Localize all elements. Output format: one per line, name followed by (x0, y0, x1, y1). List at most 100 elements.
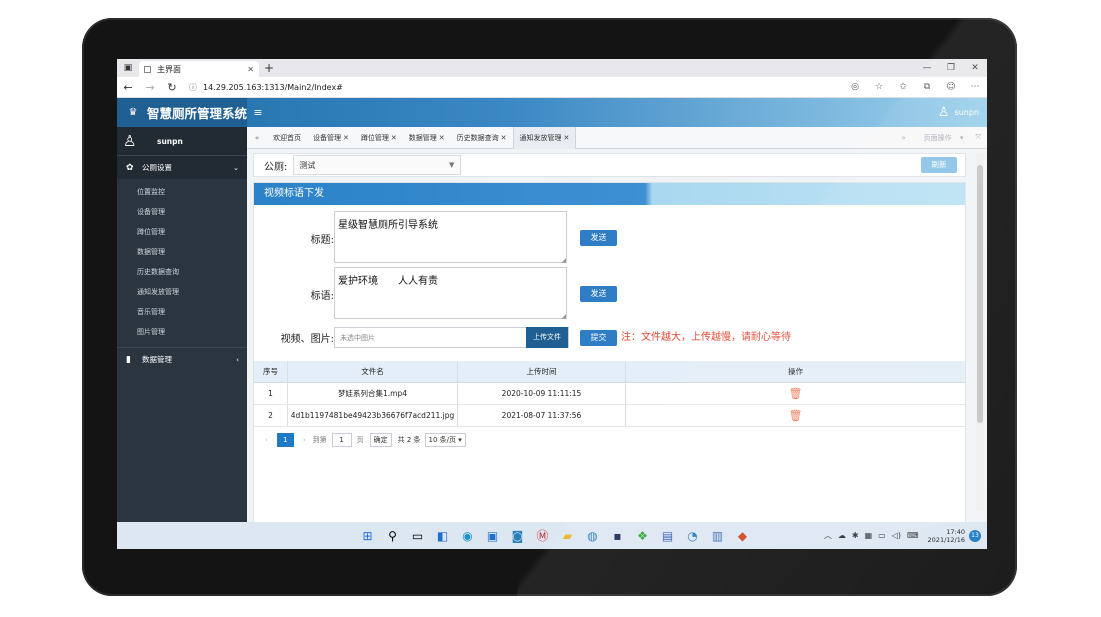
profile-icon[interactable]: ☺ (939, 82, 963, 92)
read-aloud-icon[interactable]: ◎ (843, 82, 867, 92)
url-text: 14.29.205.163:1313/Main2/Index# (203, 82, 343, 92)
tab-scroll-left-icon[interactable]: « (247, 134, 267, 142)
close-tab-icon[interactable]: ✕ (343, 134, 349, 142)
delete-icon[interactable]: 🗑 (789, 387, 803, 400)
volume-icon[interactable]: ◁) (892, 531, 901, 540)
close-tab-icon[interactable]: ✕ (391, 134, 397, 142)
refresh-button[interactable]: 刷新 (921, 157, 957, 173)
sidebar-group-label: 公厕设置 (142, 163, 172, 172)
network-icon[interactable]: ▦ (865, 531, 873, 540)
page-1-button[interactable]: 1 (276, 433, 294, 447)
wechat-icon[interactable]: ❖ (630, 526, 655, 546)
url-field[interactable]: ⓘ 14.29.205.163:1313/Main2/Index# (189, 80, 837, 95)
tab-history[interactable]: 历史数据查询 ✕ (451, 127, 513, 149)
goto-page-input[interactable]: 1 (331, 433, 352, 447)
restore-icon[interactable]: ❐ (939, 63, 963, 73)
close-tab-icon[interactable]: ✕ (247, 65, 254, 74)
store-icon[interactable]: ▣ (480, 526, 505, 546)
browser-tab[interactable]: 主界面 ✕ (139, 61, 259, 77)
app-icon[interactable]: ◙ (505, 526, 530, 546)
start-icon[interactable]: ⊞ (355, 526, 380, 546)
close-tab-icon[interactable]: ✕ (501, 134, 507, 142)
new-tab-button[interactable]: + (259, 61, 279, 75)
sidebar-group-toilet-settings[interactable]: ✿ 公厕设置 ⌄ (117, 155, 247, 179)
sidebar-item-data[interactable]: 数据管理 (117, 242, 247, 262)
close-window-icon[interactable]: ✕ (963, 63, 987, 73)
sidebar-item-history[interactable]: 历史数据查询 (117, 262, 247, 282)
minimize-icon[interactable]: — (915, 63, 939, 73)
chevron-down-icon: ▼ (448, 161, 455, 169)
search-icon[interactable]: ⚲ (380, 526, 405, 546)
display-icon[interactable]: ▭ (878, 531, 886, 540)
close-tab-icon[interactable]: ✕ (564, 134, 570, 142)
slogan-textarea[interactable]: 爱护环境 人人有责 (334, 267, 567, 320)
tab-notifications[interactable]: 通知发放管理 ✕ (512, 126, 577, 149)
scrollbar-thumb[interactable] (977, 165, 983, 423)
sidebar-item-images[interactable]: 图片管理 (117, 322, 247, 342)
header-user[interactable]: ♙ sunpn (938, 98, 987, 127)
page-size-select[interactable]: 10 条/页 ▾ (424, 433, 466, 447)
forward-icon[interactable]: → (139, 81, 161, 94)
sidebar-group-data[interactable]: ▮ 数据管理 ‹ (117, 347, 247, 371)
notepad-icon[interactable]: ▥ (705, 526, 730, 546)
total-count: 共 2 条 (397, 436, 421, 444)
file-explorer-icon[interactable]: ▰ (555, 526, 580, 546)
sidebar-item-notifications[interactable]: 通知发放管理 (117, 282, 247, 302)
page-ops-label: 页面操作 (923, 133, 952, 142)
file-input[interactable]: 未选中图片 上传文件 (334, 327, 569, 348)
powerpoint-icon[interactable]: ◆ (730, 526, 755, 546)
close-tab-icon[interactable]: ✕ (439, 134, 445, 142)
goto-confirm-button[interactable]: 确定 (369, 433, 392, 447)
favorites-list-icon[interactable]: ✩ (891, 82, 915, 92)
notification-badge[interactable]: 13 (969, 529, 981, 542)
send-slogan-button[interactable]: 发送 (580, 286, 617, 302)
next-page-icon[interactable]: › (303, 436, 306, 444)
input-method-icon[interactable]: ⌨ (907, 531, 919, 540)
mcafee-icon[interactable]: Ⓜ (530, 526, 555, 546)
logo-area: ♛ 智慧厕所管理系统 (117, 98, 247, 127)
address-bar: ← → ↻ ⓘ 14.29.205.163:1313/Main2/Index# … (117, 77, 987, 98)
clock[interactable]: 17:40 2021/12/16 (928, 528, 965, 544)
tab-stalls[interactable]: 蹲位管理 ✕ (355, 127, 403, 149)
collections-icon[interactable]: ⧉ (915, 82, 939, 92)
reload-icon[interactable]: ↻ (161, 81, 183, 94)
search-app-icon[interactable]: ◔ (680, 526, 705, 546)
prev-page-icon[interactable]: ‹ (265, 436, 268, 444)
title-textarea[interactable]: 星级智慧厕所引导系统 (334, 211, 567, 264)
main-scrollbar[interactable] (976, 153, 984, 511)
page-ops-menu[interactable]: 页面操作 ▾ (912, 133, 970, 143)
browser-icon[interactable]: ◍ (580, 526, 605, 546)
tab-data[interactable]: 数据管理 ✕ (403, 127, 451, 149)
tab-scroll-right-icon[interactable]: » (895, 134, 911, 142)
word-icon[interactable]: ▤ (655, 526, 680, 546)
fullscreen-icon[interactable]: ⤧ (969, 133, 987, 142)
upload-file-button[interactable]: 上传文件 (526, 327, 568, 348)
toilet-select[interactable]: 测试 ▼ (293, 155, 462, 175)
table-header-row: 序号 文件名 上传时间 操作 (254, 361, 965, 383)
more-icon[interactable]: ⋯ (963, 82, 987, 92)
tab-devices[interactable]: 设备管理 ✕ (307, 127, 355, 149)
send-title-button[interactable]: 发送 (580, 230, 617, 246)
media-row: 视频、图片: 未选中图片 上传文件 提交 注：文件越大，上传越慢，请耐心等待 (254, 327, 791, 348)
bluetooth-icon[interactable]: ✱ (852, 531, 859, 540)
submit-button[interactable]: 提交 (580, 329, 617, 346)
cell-upload-time: 2021-08-07 11:37:56 (458, 405, 626, 426)
menu-toggle-icon[interactable]: ≡ (247, 98, 269, 127)
favorite-icon[interactable]: ☆ (867, 82, 891, 92)
sidebar-item-location[interactable]: 位置监控 (117, 182, 247, 202)
widgets-icon[interactable]: ◧ (430, 526, 455, 546)
sidebar-item-music[interactable]: 音乐管理 (117, 302, 247, 322)
task-view-icon[interactable]: ▭ (405, 526, 430, 546)
tab-welcome[interactable]: 欢迎首页 (267, 127, 307, 149)
delete-icon[interactable]: 🗑 (789, 409, 803, 422)
chevron-up-icon[interactable]: ︿ (824, 530, 832, 541)
cloud-icon[interactable]: ☁ (838, 531, 846, 540)
info-icon[interactable]: ⓘ (189, 82, 197, 93)
photoshop-icon[interactable]: ▪ (605, 526, 630, 546)
clock-time: 17:40 (946, 527, 965, 536)
sidebar-item-stalls[interactable]: 蹲位管理 (117, 222, 247, 242)
window-menu-icon[interactable]: ▣ (117, 59, 139, 77)
back-icon[interactable]: ← (117, 81, 139, 94)
edge-icon[interactable]: ◉ (455, 526, 480, 546)
sidebar-item-devices[interactable]: 设备管理 (117, 202, 247, 222)
